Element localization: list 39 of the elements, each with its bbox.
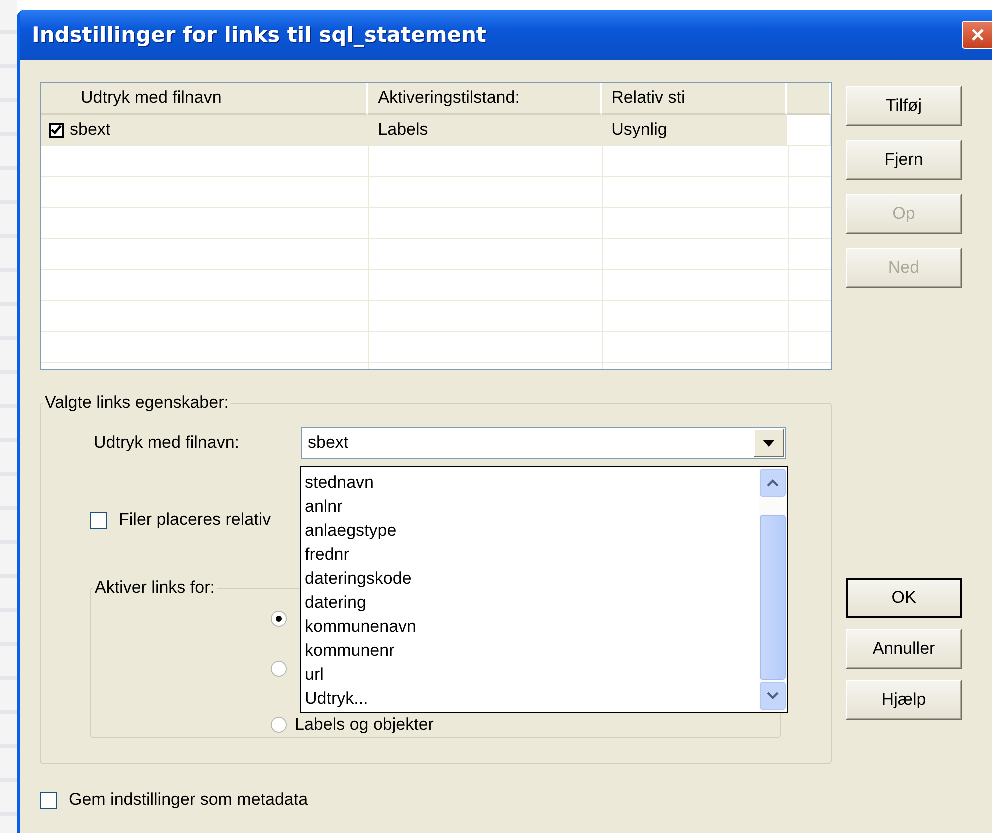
- close-button[interactable]: [962, 21, 992, 49]
- radio-button[interactable]: [271, 717, 287, 733]
- dropdown-option[interactable]: kommunenavn: [305, 615, 759, 639]
- caret-icon: [763, 440, 775, 446]
- dialog-button[interactable]: Annuller: [846, 629, 962, 669]
- table-row[interactable]: sbext Labels Usynlig: [41, 115, 831, 146]
- dropdown-option[interactable]: dateringskode: [305, 567, 759, 591]
- chevron-down-icon: [767, 692, 779, 700]
- radio-button[interactable]: [271, 661, 287, 677]
- dialog-button[interactable]: Hjælp: [846, 680, 962, 720]
- dropdown-option[interactable]: anlaegstype: [305, 519, 759, 543]
- dropdown-option[interactable]: Udtryk...: [305, 687, 759, 711]
- checkbox[interactable]: [49, 122, 64, 138]
- dropdown-option[interactable]: frednr: [305, 543, 759, 567]
- dropdown-option[interactable]: datering: [305, 591, 759, 615]
- side-button[interactable]: Tilføj: [846, 86, 962, 126]
- checkbox[interactable]: [40, 792, 57, 808]
- group-title: Valgte links egenskaber:: [44, 393, 230, 413]
- checkbox-label: Gem indstillinger som metadata: [69, 790, 308, 810]
- dropdown-option[interactable]: url: [305, 663, 759, 687]
- window-title: Indstillinger for links til sql_statement: [31, 23, 486, 47]
- dialog-button[interactable]: OK: [846, 578, 962, 618]
- close-icon: [970, 28, 984, 42]
- dropdown-option[interactable]: anlnr: [305, 495, 759, 519]
- table-cell: Usynlig: [612, 120, 668, 140]
- group-title: Aktiver links for:: [94, 578, 216, 598]
- checkbox[interactable]: [90, 512, 107, 528]
- side-button[interactable]: Fjern: [846, 140, 962, 180]
- dropdown-option[interactable]: stednavn: [305, 471, 759, 495]
- radio-button[interactable]: [271, 611, 287, 627]
- table-cell: sbext: [70, 120, 111, 140]
- table-cell: Labels: [378, 120, 428, 140]
- radio-label: Labels og objekter: [295, 715, 434, 735]
- expression-dropdown[interactable]: sbext: [301, 427, 786, 459]
- field-label: Udtryk med filnavn:: [93, 433, 240, 453]
- chevron-up-icon: [767, 479, 779, 487]
- scrollbar[interactable]: [759, 467, 787, 712]
- dropdown-option[interactable]: kommunenr: [305, 639, 759, 663]
- checkbox-label: Filer placeres relativ: [119, 510, 272, 530]
